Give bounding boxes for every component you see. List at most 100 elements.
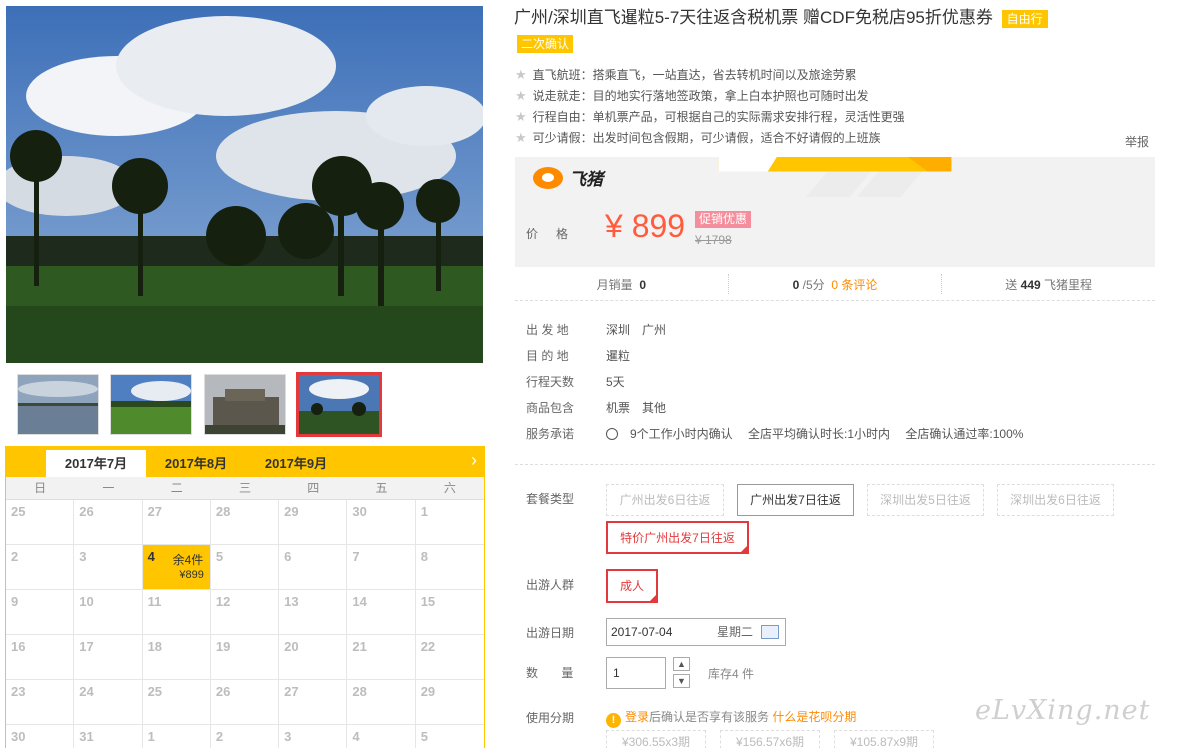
calendar-day[interactable]: 10 [74, 590, 143, 635]
installment-help-link[interactable]: 什么是花呗分期 [772, 710, 856, 724]
installment-9-periods[interactable]: ¥105.87x9期 [834, 730, 934, 748]
calendar-day[interactable]: 24 [74, 680, 143, 725]
calendar-day[interactable]: 16 [6, 635, 75, 680]
stock-note: 库存4 件 [708, 667, 755, 681]
travel-date-value: 2017-07-04 [611, 625, 673, 639]
quantity-decrease-icon[interactable]: ▼ [673, 674, 690, 688]
quantity-increase-icon[interactable]: ▲ [673, 657, 690, 671]
calendar-day[interactable]: 5 [210, 545, 280, 590]
calendar-day[interactable]: 14 [347, 590, 416, 635]
thumbnail-3[interactable] [204, 374, 286, 435]
installment-note: ! 登录后确认是否享有该服务 什么是花呗分期 [606, 708, 856, 728]
current-price: ¥ 899 [605, 208, 686, 244]
includes-label: 商品包含 [526, 401, 575, 415]
calendar-day-available[interactable]: 4 余4件 ¥899 [142, 545, 211, 590]
calendar-day[interactable]: 29 [415, 680, 484, 725]
mileage-suffix: 飞猪里程 [1044, 278, 1093, 292]
calendar-day[interactable]: 13 [279, 590, 348, 635]
thumbnail-2[interactable] [110, 374, 192, 435]
package-gz-6day[interactable]: 广州出发6日往返 [606, 484, 724, 516]
calendar-icon[interactable] [761, 625, 779, 639]
calendar-day[interactable]: 21 [347, 635, 416, 680]
days-label: 行程天数 [526, 375, 575, 389]
feature-text: 可少请假：出发时间包含假期，可少请假，适合不好请假的上班族 [532, 131, 881, 145]
installment-6-periods[interactable]: ¥156.57x6期 [720, 730, 820, 748]
calendar-tab-august[interactable]: 2017年8月 [146, 450, 246, 477]
calendar-day[interactable]: 5 [416, 725, 484, 748]
includes-other: 其他 [642, 401, 667, 415]
calendar-day[interactable]: 19 [210, 635, 280, 680]
calendar-day[interactable]: 29 [279, 500, 348, 545]
departure-calendar: 2017年7月 2017年8月 2017年9月 › 日 一 二 三 四 五 六 … [5, 446, 485, 748]
calendar-day[interactable]: 25 [6, 500, 75, 545]
info-row-destination: 目 的 地 暹粒 [526, 347, 1035, 373]
calendar-day[interactable]: 25 [142, 680, 211, 725]
calendar-day[interactable]: 2 [6, 545, 75, 590]
package-sz-5day[interactable]: 深圳出发5日往返 [867, 484, 984, 516]
feature-text: 直飞航班：搭乘直飞，一站直达，省去转机时间以及旅途劳累 [532, 68, 857, 82]
departure-shenzhen: 深圳 [606, 323, 631, 337]
feature-item: ★ 可少请假：出发时间包含假期，可少请假，适合不好请假的上班族 [515, 127, 1115, 148]
section-divider [515, 464, 1155, 465]
check-circle-icon [606, 428, 618, 440]
calendar-day[interactable]: 30 [347, 500, 416, 545]
calendar-day[interactable]: 20 [279, 635, 348, 680]
thumbnail-1[interactable] [17, 374, 99, 435]
mileage-reward: 送 449 飞猪里程 [942, 274, 1155, 294]
calendar-day[interactable]: 4 [347, 725, 416, 748]
fliggy-logo-icon [533, 166, 563, 189]
calendar-day[interactable]: 17 [74, 635, 143, 680]
calendar-day[interactable]: 28 [210, 500, 280, 545]
package-gz-7day[interactable]: 广州出发7日往返 [737, 484, 854, 516]
star-icon: ★ [515, 88, 527, 103]
report-link[interactable]: 举报 [1125, 133, 1149, 150]
calendar-day-number: 4 [147, 549, 155, 564]
calendar-day[interactable]: 2 [211, 725, 280, 748]
calendar-day[interactable]: 27 [279, 680, 348, 725]
calendar-day[interactable]: 12 [210, 590, 280, 635]
calendar-day[interactable]: 22 [415, 635, 484, 680]
travel-date-picker[interactable]: 2017-07-04 星期二 [606, 618, 786, 646]
reviews-link[interactable]: 0 条评论 [831, 278, 877, 292]
calendar-day[interactable]: 3 [74, 545, 143, 590]
calendar-day[interactable]: 11 [142, 590, 211, 635]
calendar-tab-july[interactable]: 2017年7月 [46, 450, 146, 477]
info-row-includes: 商品包含 机票 其他 [526, 399, 1035, 425]
quantity-input[interactable] [606, 657, 666, 689]
login-link[interactable]: 登录 [625, 710, 649, 724]
calendar-day[interactable]: 26 [210, 680, 280, 725]
weekday-sun: 日 [34, 481, 47, 495]
calendar-grid: 25 26 27 28 29 30 1 2 3 4 余4件 ¥899 5 6 7 8 9 10 11 12 13 14 15… [6, 500, 484, 748]
info-row-promise: 服务承诺 9个工作小时内确认 全店平均确认时长:1小时内 全店确认通过率:100… [526, 425, 1035, 451]
calendar-day[interactable]: 30 [6, 725, 75, 748]
calendar-day[interactable]: 1 [143, 725, 211, 748]
calendar-weekday-header: 日 一 二 三 四 五 六 [6, 477, 484, 500]
calendar-day[interactable]: 31 [74, 725, 143, 748]
installment-label: 使用分期 [526, 711, 575, 725]
calendar-day[interactable]: 3 [279, 725, 348, 748]
info-row-days: 行程天数 5天 [526, 373, 1035, 399]
calendar-next-arrow-icon[interactable]: › [471, 450, 477, 471]
price-panel: 飞猪 价格 ¥ 899 促销优惠 ¥ 1798 [515, 157, 1155, 267]
calendar-day[interactable]: 27 [142, 500, 211, 545]
thumbnail-4-selected[interactable] [296, 372, 382, 437]
calendar-day[interactable]: 1 [415, 500, 484, 545]
calendar-day[interactable]: 28 [347, 680, 416, 725]
calendar-day[interactable]: 6 [279, 545, 348, 590]
brand-name: 飞猪 [569, 170, 603, 189]
package-sz-6day[interactable]: 深圳出发6日往返 [997, 484, 1114, 516]
calendar-day[interactable]: 18 [142, 635, 211, 680]
installment-3-periods[interactable]: ¥306.55x3期 [606, 730, 706, 748]
calendar-day[interactable]: 26 [74, 500, 143, 545]
departure-label: 出 发 地 [526, 323, 569, 337]
people-adult-option[interactable]: 成人 [606, 569, 658, 603]
calendar-day[interactable]: 8 [415, 545, 484, 590]
calendar-tab-september[interactable]: 2017年9月 [246, 450, 346, 477]
calendar-day[interactable]: 15 [415, 590, 484, 635]
calendar-day[interactable]: 23 [6, 680, 75, 725]
calendar-day[interactable]: 9 [6, 590, 75, 635]
calendar-day[interactable]: 7 [347, 545, 416, 590]
main-product-photo [6, 6, 483, 363]
package-special-gz-7day[interactable]: 特价广州出发7日往返 [606, 521, 749, 554]
days-value: 5天 [606, 375, 625, 389]
